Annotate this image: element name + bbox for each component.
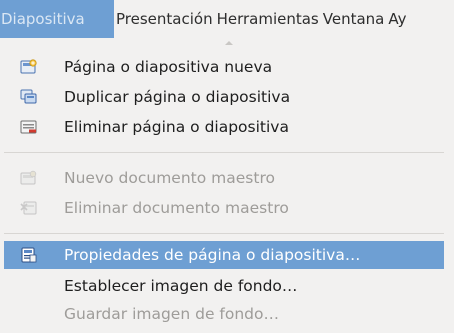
delete-slide-icon [20,120,37,134]
menu-item-nuevo-documento-maestro[interactable]: Nuevo documento maestro [0,164,454,192]
menu-ventana[interactable]: Ventana [321,0,387,38]
menu-item-nueva-diapositiva[interactable]: Página o diapositiva nueva [0,53,454,81]
menu-diapositiva-label: Diapositiva [1,10,85,28]
menu-item-label: Establecer imagen de fondo… [64,277,298,295]
menu-item-label: Nuevo documento maestro [64,169,275,187]
menu-item-duplicar-diapositiva[interactable]: Duplicar página o diapositiva [0,83,454,111]
menu-diapositiva[interactable]: Diapositiva [0,0,114,38]
menu-separator [4,152,444,153]
dropdown-menu-diapositiva: Página o diapositiva nueva Duplicar pági… [0,38,454,333]
slide-properties-icon [21,247,37,263]
menu-item-label: Eliminar página o diapositiva [64,118,289,136]
menu-item-guardar-imagen-fondo[interactable]: Guardar imagen de fondo… [0,300,454,328]
delete-master-icon [20,201,37,215]
menu-item-label: Página o diapositiva nueva [64,58,273,76]
menu-presentacion[interactable]: Presentación [114,0,215,38]
menu-item-label: Eliminar documento maestro [64,199,289,217]
menu-item-eliminar-documento-maestro[interactable]: Eliminar documento maestro [0,194,454,222]
new-master-icon [20,170,37,185]
menu-item-label: Duplicar página o diapositiva [64,88,291,106]
menu-item-establecer-imagen-fondo[interactable]: Establecer imagen de fondo… [0,272,454,300]
menu-bar: Diapositiva Presentación Herramientas Ve… [0,0,454,38]
menu-item-label: Propiedades de página o diapositiva… [64,246,361,264]
menu-ayuda[interactable]: Ay [386,0,408,38]
menu-item-eliminar-diapositiva[interactable]: Eliminar página o diapositiva [0,113,454,141]
new-slide-icon [20,59,37,74]
menu-separator [4,233,444,234]
menu-item-propiedades-diapositiva[interactable]: Propiedades de página o diapositiva… [4,241,444,269]
duplicate-slide-icon [20,89,37,104]
scroll-up-arrow-icon[interactable] [225,41,233,45]
menu-item-label: Guardar imagen de fondo… [64,305,279,323]
menu-herramientas[interactable]: Herramientas [215,0,321,38]
